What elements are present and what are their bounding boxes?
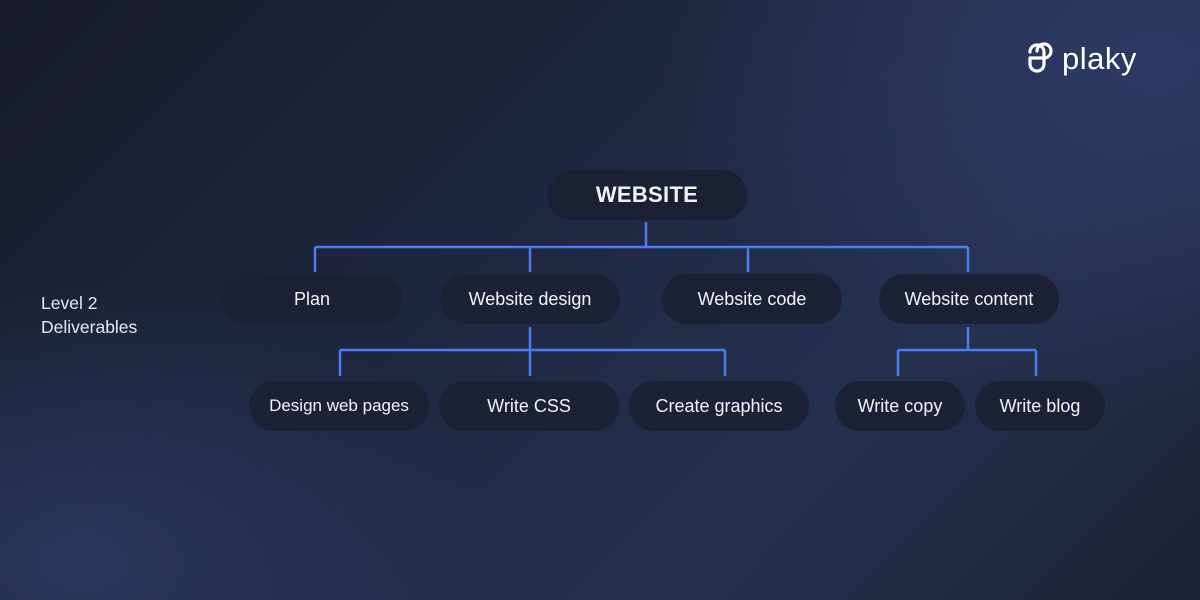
connector-website-design: [338, 327, 727, 376]
connector-website-content: [896, 327, 1038, 376]
node-website-code: Website code: [662, 274, 842, 324]
node-write-blog: Write blog: [975, 381, 1105, 431]
node-design-web-pages: Design web pages: [249, 381, 429, 431]
node-create-graphics: Create graphics: [629, 381, 809, 431]
node-plan: Plan: [222, 274, 402, 324]
node-website-content: Website content: [879, 274, 1059, 324]
node-website-design: Website design: [440, 274, 620, 324]
connector-root: [313, 222, 970, 272]
node-write-css: Write CSS: [439, 381, 619, 431]
node-root: WEBSITE: [547, 170, 747, 220]
node-write-copy: Write copy: [835, 381, 965, 431]
